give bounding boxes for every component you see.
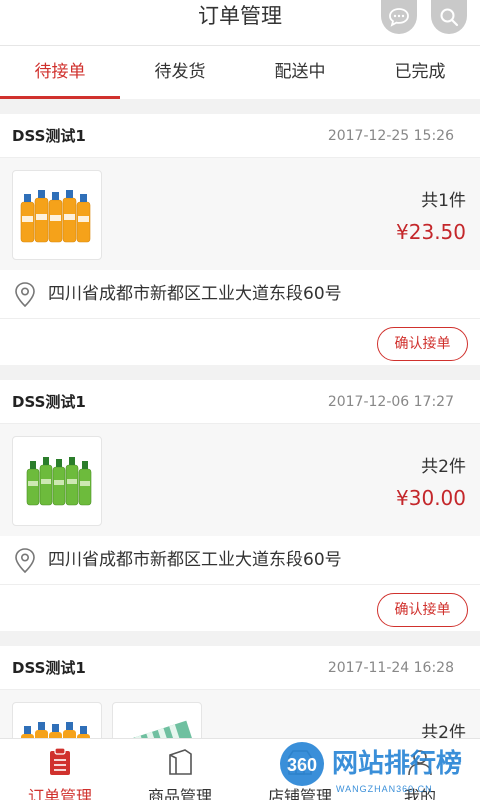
shop-name: DSS测试1: [12, 127, 86, 145]
item-count: 共2件: [421, 723, 466, 738]
order-actions: 确认接单: [0, 319, 480, 365]
tab-pending-ship[interactable]: 待发货: [120, 46, 240, 99]
item-count: 共1件: [421, 191, 466, 211]
location-pin-icon: [15, 282, 35, 308]
orders-icon: [50, 747, 70, 775]
tab-pending-accept[interactable]: 待接单: [0, 46, 120, 99]
order-price: ¥30.00: [396, 486, 466, 510]
nav-goods[interactable]: 商品管理: [120, 739, 240, 800]
product-image-green-pack: [112, 702, 202, 738]
order-card[interactable]: DSS测试1 2017-12-25 15:26 共1件 ¥23.50 四川省成都…: [0, 114, 480, 365]
order-header: DSS测试1 2017-12-06 17:27: [0, 380, 480, 424]
product-image-orange-drink: [12, 170, 102, 260]
order-card[interactable]: DSS测试1 2017-11-24 16:28 共2件: [0, 646, 480, 738]
watermark-text: 网站排行榜: [332, 748, 462, 779]
shop-name: DSS测试1: [12, 393, 86, 411]
confirm-accept-button[interactable]: 确认接单: [377, 593, 468, 627]
delivery-address: 四川省成都市新都区工业大道东段60号: [0, 270, 480, 319]
location-pin-icon: [15, 548, 35, 574]
nav-orders-label: 订单管理: [27, 787, 92, 800]
nav-goods-label: 商品管理: [147, 787, 212, 800]
order-goods[interactable]: 共2件 ¥30.00: [0, 424, 480, 536]
order-goods[interactable]: 共2件: [0, 690, 480, 738]
order-time: 2017-11-24 16:28: [327, 660, 454, 676]
order-card[interactable]: DSS测试1 2017-12-06 17:27 共2件 ¥30.00 四川省成都…: [0, 380, 480, 631]
goods-icon: [169, 749, 192, 775]
tab-completed[interactable]: 已完成: [360, 46, 480, 99]
site-watermark: 360 网站排行榜 WANGZHAN360.CN: [280, 742, 462, 794]
order-header: DSS测试1 2017-11-24 16:28: [0, 646, 480, 690]
order-goods[interactable]: 共1件 ¥23.50: [0, 158, 480, 270]
tab-delivering[interactable]: 配送中: [240, 46, 360, 99]
order-price: ¥23.50: [396, 220, 466, 244]
order-actions: 确认接单: [0, 585, 480, 631]
nav-orders[interactable]: 订单管理: [0, 739, 120, 800]
order-status-tabs: 待接单 待发货 配送中 已完成: [0, 46, 480, 99]
delivery-address: 四川省成都市新都区工业大道东段60号: [0, 536, 480, 585]
confirm-accept-button[interactable]: 确认接单: [377, 327, 468, 361]
watermark-number: 360: [287, 755, 317, 775]
shop-name: DSS测试1: [12, 659, 86, 677]
watermark-url: WANGZHAN360.CN: [336, 784, 433, 794]
product-image-green-drink: [12, 436, 102, 526]
item-count: 共2件: [421, 457, 466, 477]
search-icon: [440, 8, 459, 27]
message-icon: [389, 8, 409, 27]
address-text: 四川省成都市新都区工业大道东段60号: [48, 550, 342, 570]
order-header: DSS测试1 2017-12-25 15:26: [0, 114, 480, 158]
app-header: 订单管理: [0, 0, 480, 46]
address-text: 四川省成都市新都区工业大道东段60号: [48, 284, 342, 304]
order-time: 2017-12-25 15:26: [327, 128, 454, 144]
order-time: 2017-12-06 17:27: [327, 394, 454, 410]
product-image-orange-drink: [12, 702, 102, 738]
